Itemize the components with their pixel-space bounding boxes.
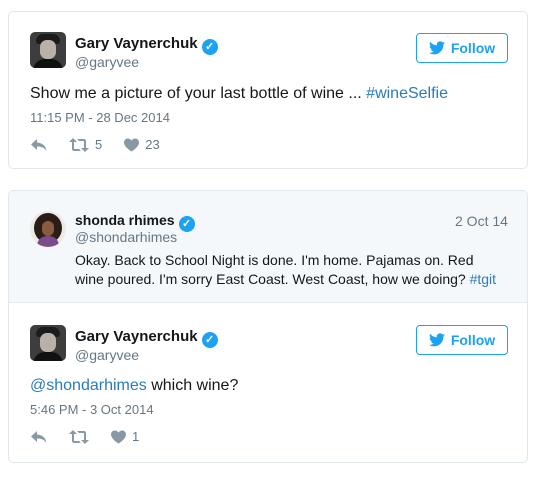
verified-badge-icon: ✓ <box>201 39 218 55</box>
quoted-text-line: Okay. Back to School Night is done. I'm … <box>75 252 474 268</box>
hashtag-link[interactable]: #tgit <box>470 271 496 287</box>
verified-badge-icon: ✓ <box>201 332 218 348</box>
like-count: 1 <box>132 429 140 444</box>
tweet-text: Show me a picture of your last bottle of… <box>30 85 448 103</box>
quoted-author-name-text: shonda rhimes <box>75 212 175 228</box>
like-count: 23 <box>145 137 160 152</box>
tweet-text-body: Show me a picture of your last bottle of… <box>30 85 367 102</box>
heart-icon <box>111 429 126 444</box>
quoted-text-line: wine poured. I'm sorry East Coast. West … <box>75 270 515 289</box>
avatar[interactable] <box>30 32 66 68</box>
author-handle[interactable]: @garyvee <box>75 347 139 363</box>
reply-button[interactable] <box>31 138 47 152</box>
reply-icon <box>31 138 47 151</box>
follow-label: Follow <box>450 332 496 348</box>
timestamp[interactable]: 11:15 PM - 28 Dec 2014 <box>30 110 170 125</box>
follow-button[interactable]: Follow <box>416 33 508 63</box>
author-name[interactable]: Gary Vaynerchuk ✓ <box>75 328 218 348</box>
tweet-card-with-quote: shonda rhimes ✓ @shondarhimes 2 Oct 14 Ok… <box>8 190 528 463</box>
retweet-icon <box>69 137 89 152</box>
avatar[interactable] <box>30 211 66 247</box>
follow-button[interactable]: Follow <box>416 325 508 355</box>
retweet-button[interactable] <box>69 429 89 444</box>
heart-icon <box>124 137 140 152</box>
retweet-button[interactable]: 5 <box>69 137 102 152</box>
author-name[interactable]: Gary Vaynerchuk ✓ <box>75 35 218 55</box>
reply-button[interactable] <box>31 430 47 444</box>
tweet-card: Gary Vaynerchuk ✓ @garyvee Follow Show me… <box>8 11 528 169</box>
twitter-bird-icon <box>428 41 445 55</box>
like-button[interactable]: 1 <box>111 429 139 444</box>
quoted-date[interactable]: 2 Oct 14 <box>455 213 508 229</box>
quoted-text: Okay. Back to School Night is done. I'm … <box>75 251 515 289</box>
author-name-text: Gary Vaynerchuk <box>75 328 198 345</box>
mention-link[interactable]: @shondarhimes <box>30 377 147 394</box>
avatar[interactable] <box>30 325 66 361</box>
tweet-actions: 5 23 <box>31 137 182 152</box>
timestamp[interactable]: 5:46 PM - 3 Oct 2014 <box>30 402 154 417</box>
follow-label: Follow <box>450 40 496 56</box>
like-button[interactable]: 23 <box>124 137 160 152</box>
retweet-icon <box>69 429 89 444</box>
author-handle[interactable]: @garyvee <box>75 54 139 70</box>
author-name-text: Gary Vaynerchuk <box>75 35 198 52</box>
quoted-author-handle[interactable]: @shondarhimes <box>75 229 177 245</box>
retweet-count: 5 <box>95 137 103 152</box>
tweet-actions: 1 <box>31 429 161 444</box>
verified-badge-icon: ✓ <box>178 216 195 232</box>
tweet-text-body: which wine? <box>146 377 239 394</box>
quoted-text-body: wine poured. I'm sorry East Coast. West … <box>75 271 470 287</box>
twitter-bird-icon <box>428 333 445 347</box>
hashtag-link[interactable]: #wineSelfie <box>366 85 448 102</box>
tweet-text: @shondarhimes which wine? <box>30 377 238 395</box>
quoted-tweet[interactable]: shonda rhimes ✓ @shondarhimes 2 Oct 14 Ok… <box>9 191 527 303</box>
reply-icon <box>31 430 47 443</box>
